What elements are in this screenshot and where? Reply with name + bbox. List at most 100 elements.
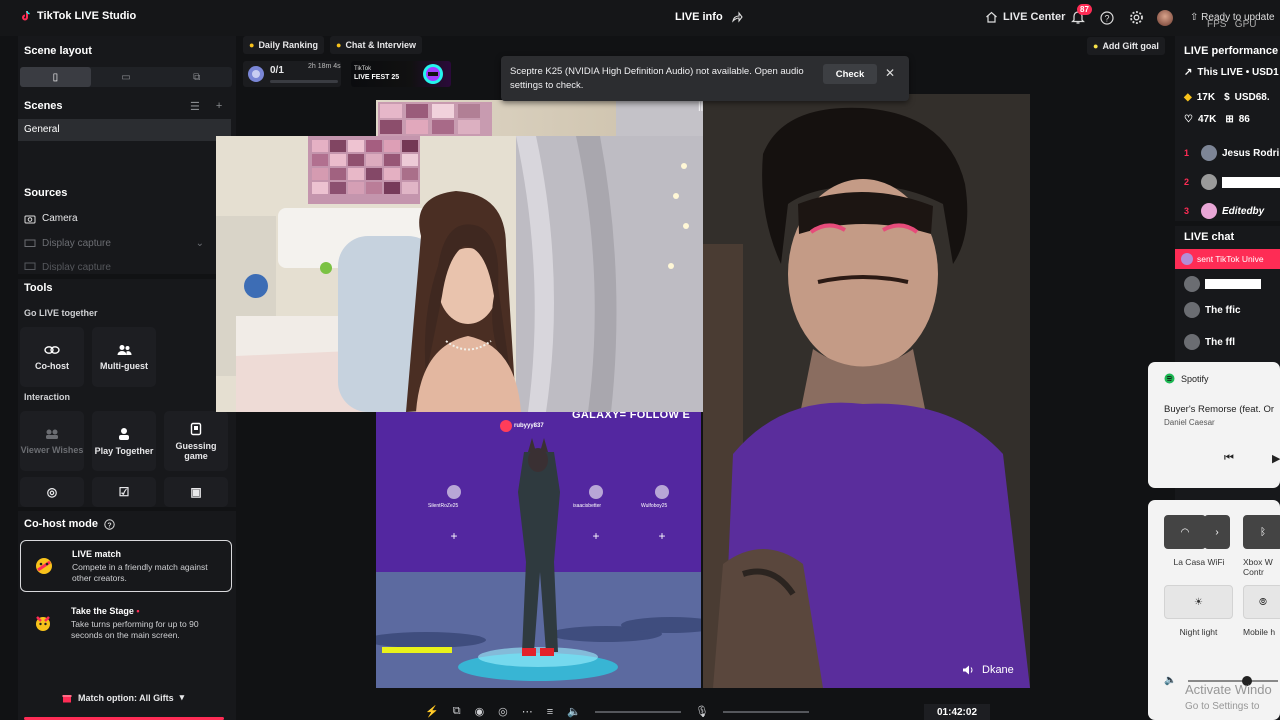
daily-ranking-progress[interactable]: 0/1 2h 18m 4s bbox=[243, 61, 341, 87]
viewer-avatar bbox=[1184, 302, 1200, 318]
hand-icon: ● bbox=[249, 40, 255, 50]
dual-layout-button[interactable]: ⧉ bbox=[161, 67, 232, 87]
hotspot-icon: ⦾ bbox=[1259, 596, 1267, 608]
landscape-layout-button[interactable]: ▭ bbox=[91, 67, 162, 87]
live-chat-title: LIVE chat bbox=[1184, 231, 1235, 243]
artist-name: Daniel Caesar bbox=[1164, 418, 1215, 427]
take-the-stage-card[interactable]: Take the Stage • Take turns performing f… bbox=[20, 598, 232, 650]
tiktok-live-studio-window: TikTok LIVE Studio LIVE info LIVE Center… bbox=[0, 0, 1280, 720]
share-icon bbox=[731, 11, 743, 23]
viewer-wishes-button[interactable]: Viewer Wishes bbox=[20, 411, 84, 471]
fest-title: LIVE FEST 25 bbox=[354, 74, 400, 81]
live-match-card[interactable]: LIVE match Compete in a friendly match a… bbox=[20, 540, 232, 592]
cohost-button[interactable]: Co-host bbox=[20, 327, 84, 387]
close-icon[interactable]: ✕ bbox=[885, 66, 895, 80]
wifi-toggle[interactable]: ◠ bbox=[1164, 515, 1206, 549]
screen-add-icon[interactable]: ⧉ bbox=[453, 705, 461, 718]
game-capture-video: + + + GALAXY= FOLLOW E rubyyy837 SilentR… bbox=[376, 412, 701, 688]
night-light-label: Night light bbox=[1179, 627, 1218, 637]
source-display-capture-2[interactable]: Display capture bbox=[24, 262, 204, 271]
night-light-toggle[interactable]: ☀ bbox=[1164, 585, 1233, 619]
tool-card-truncated-3[interactable]: ▣ bbox=[164, 477, 228, 507]
multiguest-button[interactable]: Multi-guest bbox=[92, 327, 156, 387]
gift-icon bbox=[62, 694, 72, 702]
match-option-dropdown[interactable]: Match option: All Gifts ▾ bbox=[62, 692, 184, 703]
ranking-row[interactable]: 2 bbox=[1184, 174, 1280, 190]
adjust-icon[interactable]: ≡ bbox=[547, 706, 553, 718]
usd-icon: $ bbox=[1224, 92, 1230, 103]
magic-wand-icon[interactable]: ⚡ bbox=[425, 705, 439, 718]
fest-mascot-icon bbox=[423, 64, 443, 84]
plus-icon[interactable]: + bbox=[216, 100, 222, 113]
camera-effect-icon[interactable]: ◎ bbox=[498, 705, 508, 718]
gear-icon[interactable] bbox=[1129, 10, 1144, 25]
live-match-title: LIVE match bbox=[72, 549, 122, 559]
rank-progress-value: 0/1 bbox=[270, 65, 284, 76]
portrait-layout-button[interactable]: ▯ bbox=[20, 67, 91, 87]
rank-progress-bar bbox=[270, 80, 338, 83]
ranking-row[interactable]: 3 Editedby bbox=[1184, 203, 1264, 219]
fps-gpu-indicator: FPS GPU bbox=[1207, 19, 1256, 30]
go-live-together-label: Go LIVE together bbox=[24, 308, 98, 318]
source-display-capture-1[interactable]: Display capture ⌄ bbox=[24, 238, 204, 249]
chat-gift-message: sent TikTok Unive bbox=[1175, 249, 1280, 269]
wifi-expand-button[interactable]: › bbox=[1204, 515, 1230, 549]
camera-icon bbox=[24, 215, 36, 223]
bluetooth-toggle[interactable]: ᛒ bbox=[1243, 515, 1280, 549]
monitor-icon bbox=[24, 239, 36, 247]
source-camera[interactable]: Camera bbox=[24, 213, 78, 224]
redacted-name-bar bbox=[1222, 176, 1280, 188]
check-button[interactable]: Check bbox=[823, 64, 877, 84]
scene-layout-title: Scene layout bbox=[24, 45, 92, 57]
svg-text:+: + bbox=[450, 529, 457, 543]
play-icon[interactable]: ▶ bbox=[1272, 452, 1280, 465]
match-option-label: Match option: All Gifts bbox=[78, 692, 174, 703]
chevron-down-icon[interactable]: ⌄ bbox=[196, 238, 204, 249]
daily-ranking-chip[interactable]: ● Daily Ranking bbox=[243, 36, 324, 54]
this-live-summary[interactable]: ↗ This LIVE • USD1 bbox=[1184, 67, 1279, 78]
scene-layout-toggle: ▯ ▭ ⧉ bbox=[20, 67, 232, 87]
mic-slider[interactable] bbox=[722, 710, 809, 713]
wifi-icon: ◠ bbox=[1180, 526, 1190, 538]
diamond-icon: ◆ bbox=[1184, 92, 1192, 103]
more-icon[interactable]: ⋯ bbox=[522, 705, 533, 718]
tool-card-truncated-1[interactable]: ◎ bbox=[20, 477, 84, 507]
add-gift-goal-button[interactable]: ● Add Gift goal bbox=[1087, 37, 1165, 55]
ranking-badge-icon bbox=[248, 66, 264, 82]
stage-toolbar: ⚡ ⧉ ◉ ◎ ⋯ ≡ 🔈 🎙 bbox=[413, 703, 993, 720]
microphone-icon[interactable]: 🎙 bbox=[695, 705, 709, 718]
help-icon[interactable]: ? bbox=[1100, 11, 1114, 25]
background-video-strip: ||| bbox=[376, 100, 706, 136]
svg-text:?: ? bbox=[1104, 14, 1109, 24]
ranking-row[interactable]: 1 Jesus Rodri bbox=[1184, 145, 1279, 161]
spotify-icon bbox=[1164, 373, 1175, 384]
list-icon[interactable]: ☰ bbox=[190, 100, 200, 113]
volume-slider[interactable] bbox=[594, 710, 681, 713]
chat-text: The ffic bbox=[1205, 304, 1241, 316]
tool-card-truncated-2[interactable]: ☑ bbox=[92, 477, 156, 507]
record-icon[interactable]: ◉ bbox=[475, 705, 485, 718]
gpu-label: GPU bbox=[1234, 19, 1257, 30]
new-dot-icon: • bbox=[136, 606, 140, 616]
guessing-game-button[interactable]: Guessing game bbox=[164, 411, 228, 471]
trend-icon: ↗ bbox=[1184, 67, 1193, 78]
diamonds-value: 17K bbox=[1196, 92, 1216, 103]
player-3: Wulfoboy25 bbox=[641, 503, 668, 509]
live-fest-banner[interactable]: TikTok LIVE FEST 25 bbox=[351, 61, 451, 87]
live-info-button[interactable]: LIVE info bbox=[675, 11, 743, 23]
live-center-button[interactable]: LIVE Center bbox=[985, 11, 1065, 23]
volume-icon[interactable]: 🔈 bbox=[567, 705, 581, 718]
help-icon[interactable]: ? bbox=[104, 518, 115, 530]
home-icon bbox=[986, 11, 997, 23]
mobile-hotspot-toggle[interactable]: ⦾ bbox=[1243, 585, 1280, 619]
multiguest-label: Multi-guest bbox=[100, 360, 148, 371]
bluetooth-label: Xbox W Contr bbox=[1243, 557, 1273, 577]
spinner-icon: ◎ bbox=[46, 485, 58, 499]
user-avatar[interactable] bbox=[1157, 10, 1173, 26]
scene-item-general[interactable]: General bbox=[18, 119, 231, 141]
chat-interview-chip[interactable]: ● Chat & Interview bbox=[330, 36, 422, 54]
rank-number: 2 bbox=[1184, 177, 1190, 187]
play-together-button[interactable]: Play Together bbox=[92, 411, 156, 471]
speaker-icon[interactable] bbox=[962, 664, 974, 676]
previous-track-icon[interactable]: ⏮ bbox=[1224, 452, 1234, 465]
